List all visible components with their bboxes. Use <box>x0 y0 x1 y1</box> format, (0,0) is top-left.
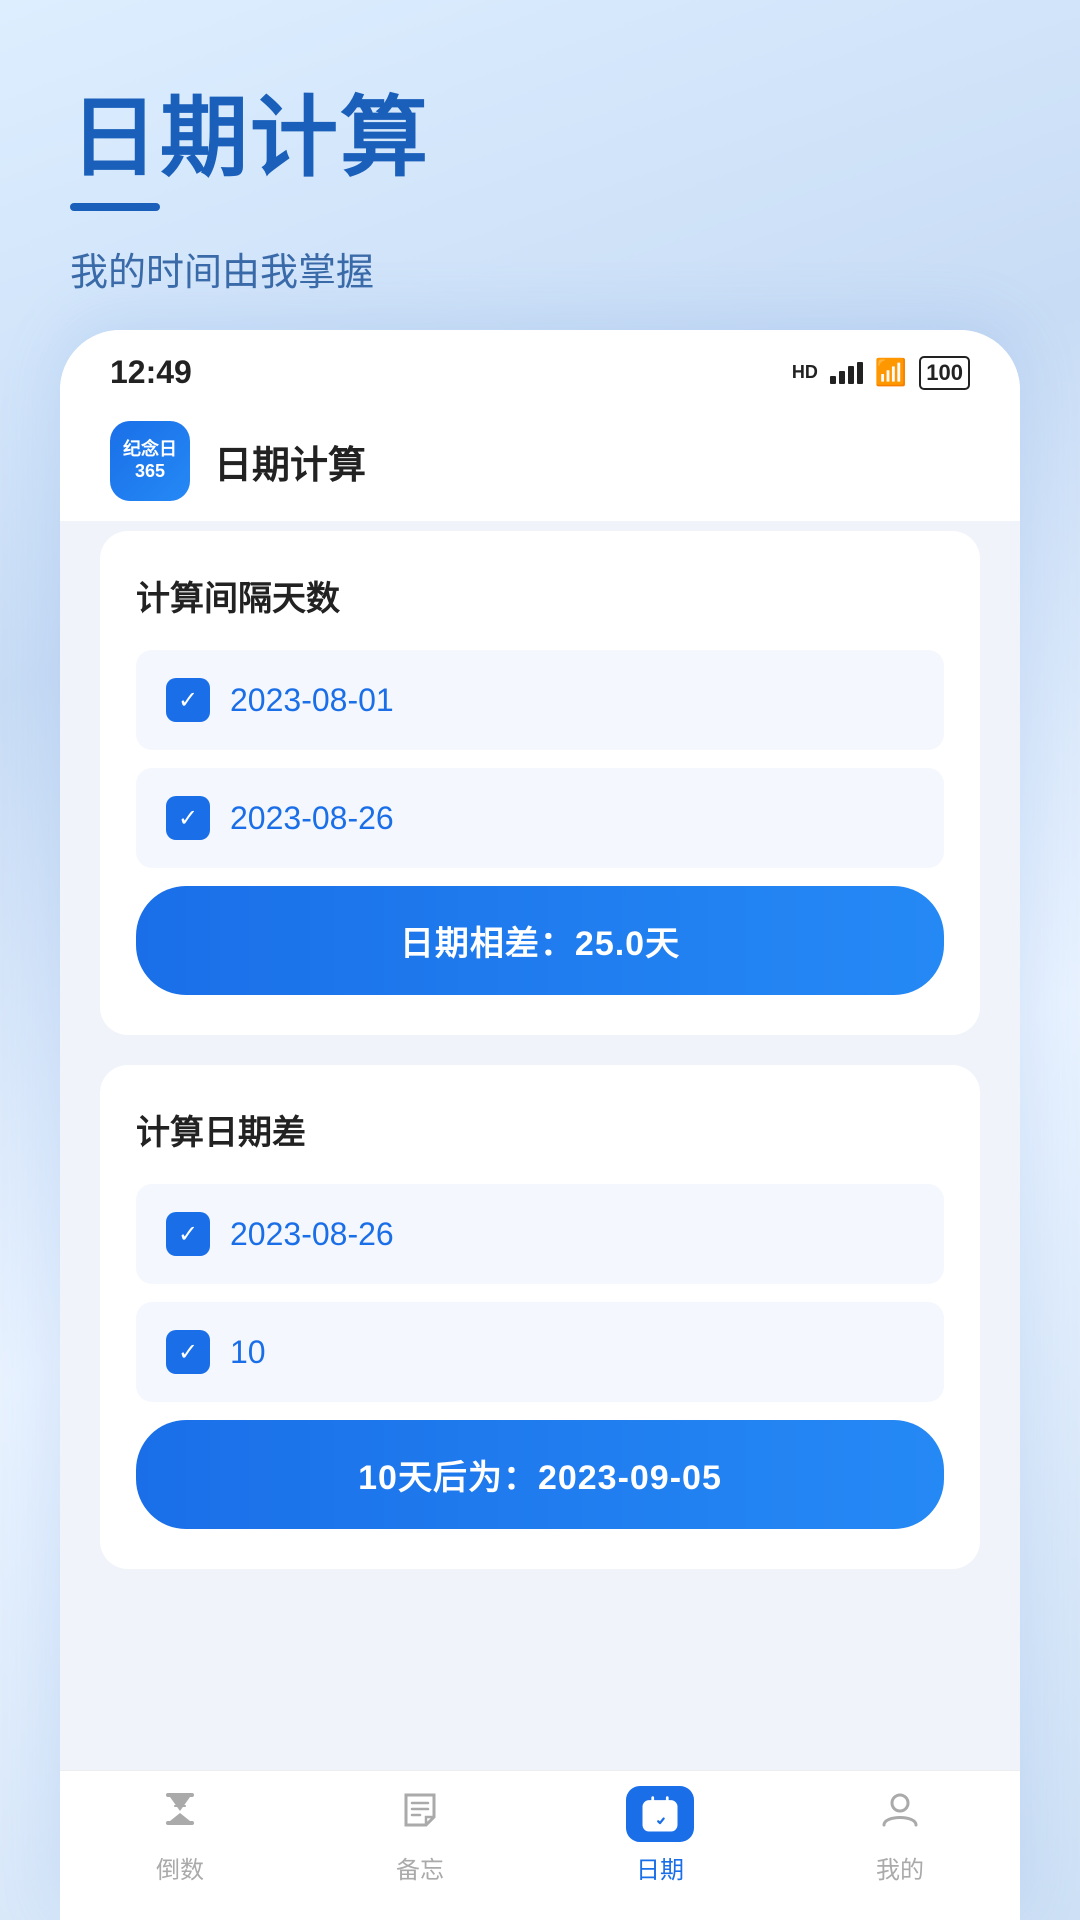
card-date-diff: 计算日期差 ✓ 2023-08-26 ✓ 10 10天后为：2023-09-05 <box>100 1065 980 1569</box>
card2-title: 计算日期差 <box>136 1105 944 1154</box>
main-content: 计算间隔天数 ✓ 2023-08-01 ✓ 2023-08-26 日期相差：25… <box>60 521 1020 1770</box>
battery-indicator: 100 <box>919 356 970 390</box>
card2-days-value: 10 <box>230 1334 266 1371</box>
notes-icon <box>398 1787 442 1842</box>
page-subtitle: 我的时间由我掌握 <box>70 241 1010 296</box>
nav-item-date[interactable]: 日期 <box>540 1786 780 1885</box>
countdown-icon <box>158 1787 202 1842</box>
status-time: 12:49 <box>110 354 192 391</box>
card1-title: 计算间隔天数 <box>136 571 944 620</box>
app-header: 纪念日 365 日期计算 <box>60 401 1020 521</box>
wifi-icon: 📶 <box>875 357 907 388</box>
phone-frame: 12:49 HD 📶 100 纪念日 365 日期计算 <box>60 330 1020 1920</box>
card1-date2-row[interactable]: ✓ 2023-08-26 <box>136 768 944 868</box>
card2-date1-row[interactable]: ✓ 2023-08-26 <box>136 1184 944 1284</box>
app-header-title: 日期计算 <box>214 434 366 489</box>
card2-result-button[interactable]: 10天后为：2023-09-05 <box>136 1420 944 1529</box>
calendar-icon-1: ✓ <box>166 678 210 722</box>
card1-date1-row[interactable]: ✓ 2023-08-01 <box>136 650 944 750</box>
bottom-nav: 倒数 备忘 <box>60 1770 1020 1920</box>
card2-date2-row[interactable]: ✓ 10 <box>136 1302 944 1402</box>
date-nav-active-bg <box>626 1786 694 1842</box>
page-title: 日期计算 <box>70 90 1010 187</box>
nav-label-notes: 备忘 <box>396 1850 444 1885</box>
hd-label: HD <box>792 362 818 383</box>
card1-date2-value: 2023-08-26 <box>230 800 394 837</box>
card2-result-text: 10天后为：2023-09-05 <box>358 1459 722 1497</box>
nav-label-profile: 我的 <box>876 1850 924 1885</box>
profile-icon <box>878 1787 922 1842</box>
status-icons: HD 📶 100 <box>792 356 970 390</box>
calendar-icon-2: ✓ <box>166 796 210 840</box>
nav-label-date: 日期 <box>636 1850 684 1885</box>
card1-result-text: 日期相差：25.0天 <box>400 925 680 963</box>
card-interval-days: 计算间隔天数 ✓ 2023-08-01 ✓ 2023-08-26 日期相差：25… <box>100 531 980 1035</box>
signal-icon <box>830 362 863 384</box>
card2-date1-value: 2023-08-26 <box>230 1216 394 1253</box>
card1-result-button[interactable]: 日期相差：25.0天 <box>136 886 944 995</box>
status-bar: 12:49 HD 📶 100 <box>60 330 1020 401</box>
nav-item-profile[interactable]: 我的 <box>780 1787 1020 1885</box>
calendar-icon-3: ✓ <box>166 1212 210 1256</box>
nav-item-notes[interactable]: 备忘 <box>300 1787 540 1885</box>
calendar-icon-4: ✓ <box>166 1330 210 1374</box>
card1-date1-value: 2023-08-01 <box>230 682 394 719</box>
nav-item-countdown[interactable]: 倒数 <box>60 1787 300 1885</box>
title-underline <box>70 203 160 211</box>
app-icon: 纪念日 365 <box>110 421 190 501</box>
page-header: 日期计算 我的时间由我掌握 <box>0 0 1080 326</box>
nav-label-countdown: 倒数 <box>156 1850 204 1885</box>
